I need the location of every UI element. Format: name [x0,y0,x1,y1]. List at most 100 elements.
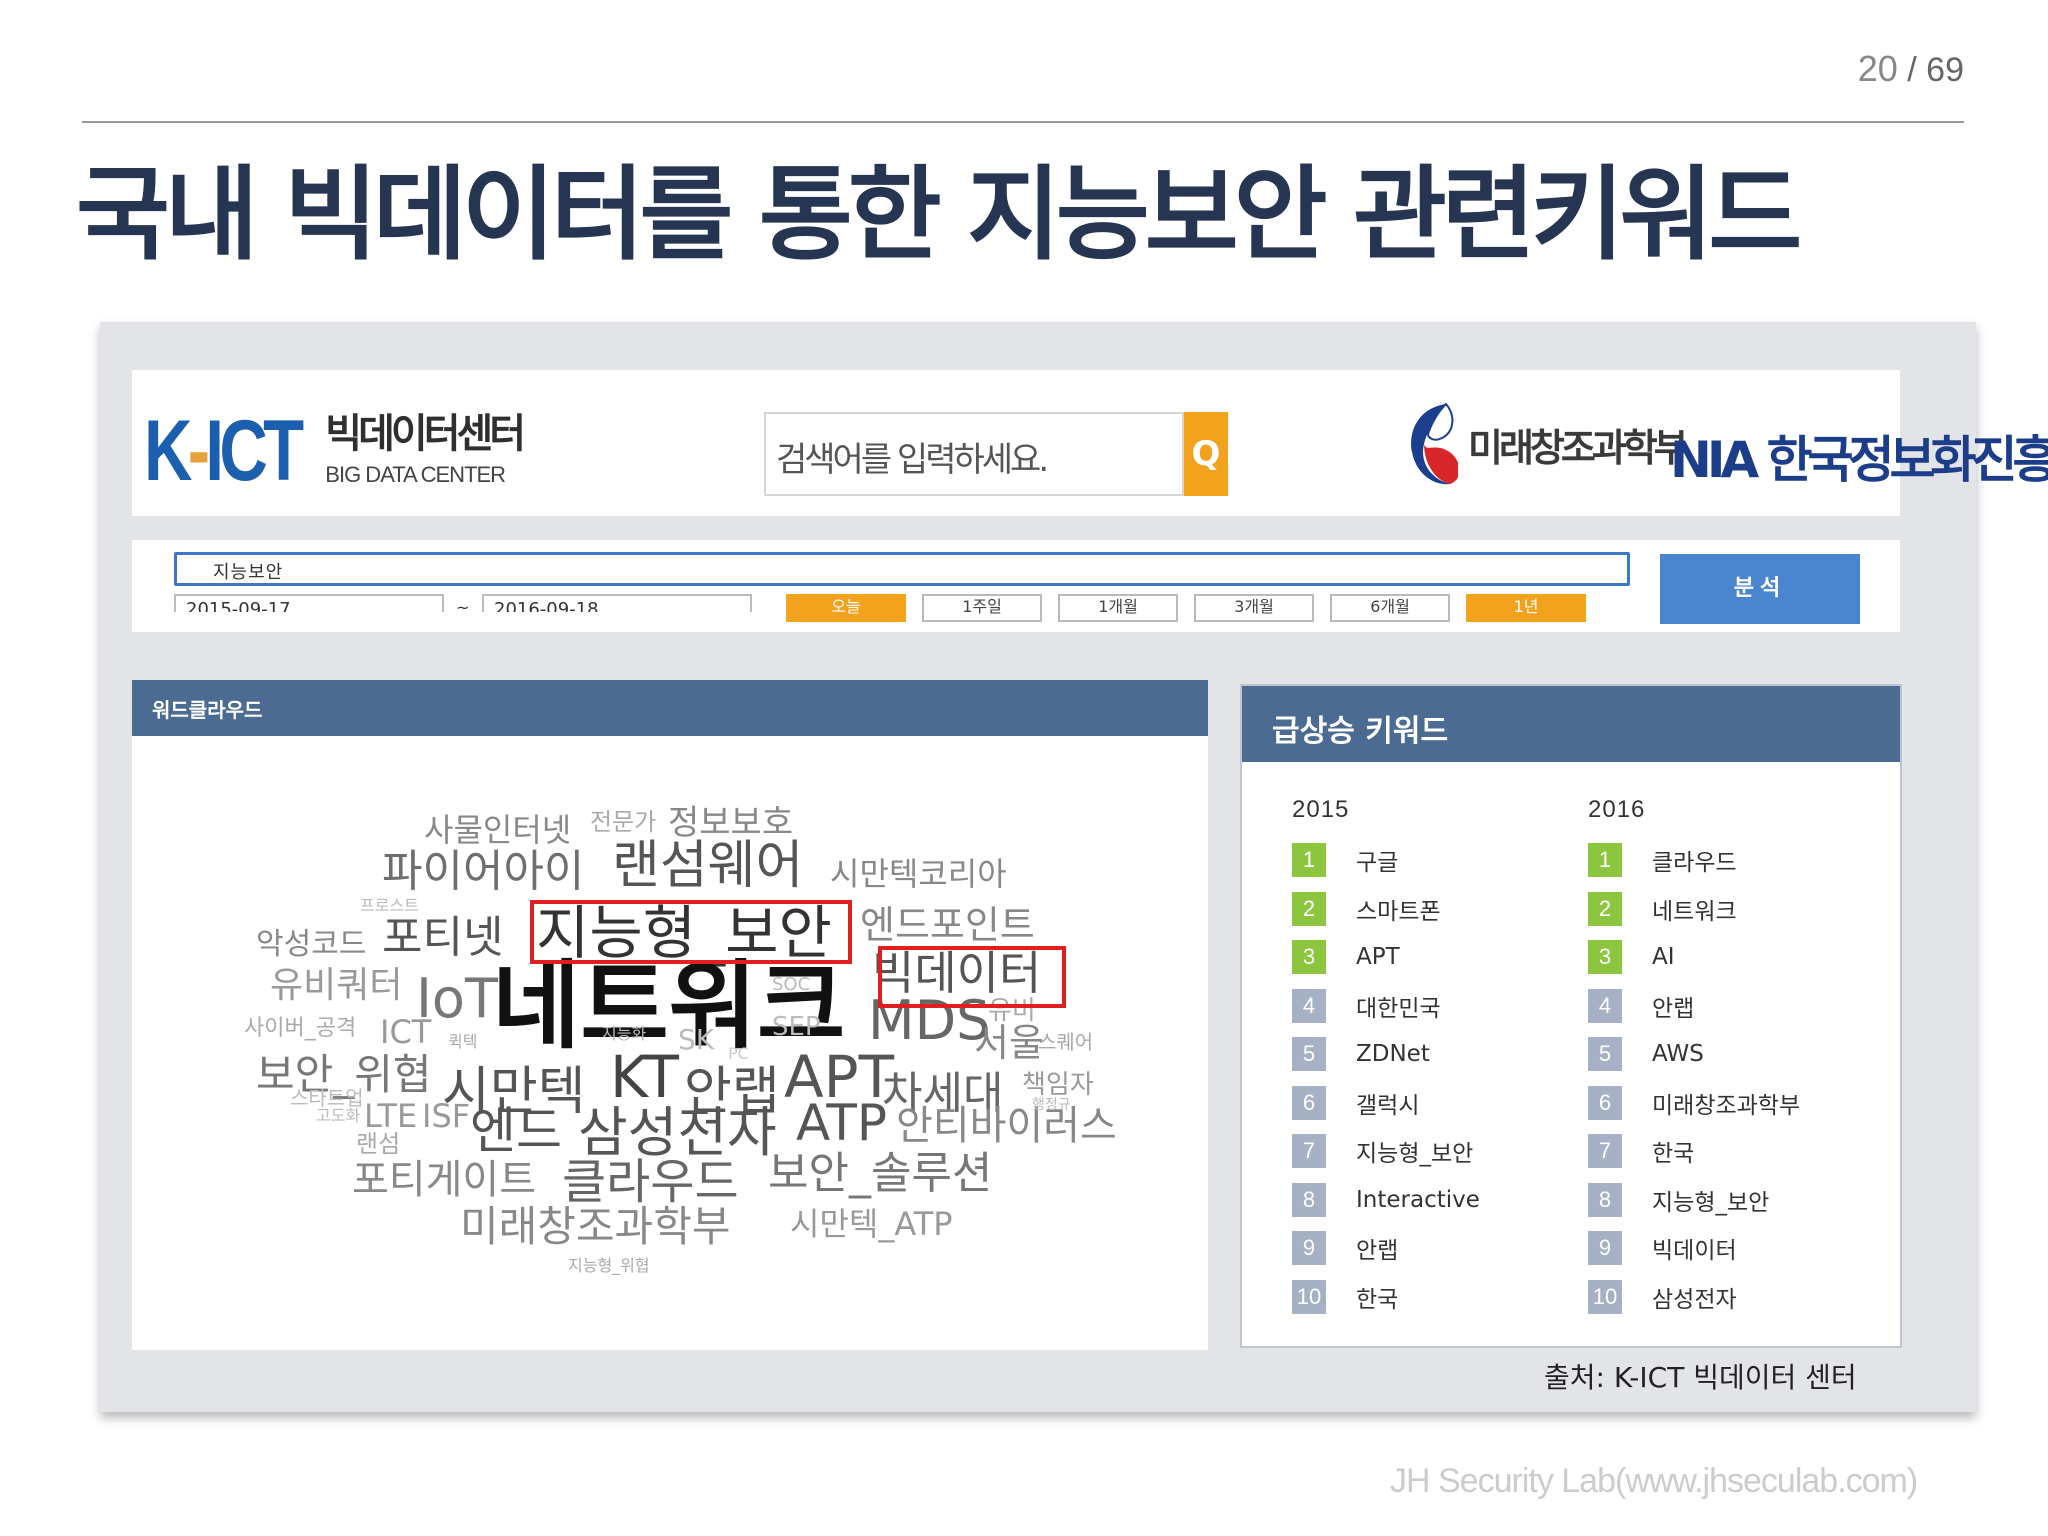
trending-item[interactable]: 8 Interactive [1292,1176,1592,1225]
trending-item[interactable]: 10 삼성전자 [1588,1273,1888,1322]
cloud-word: 보안_솔루션 [768,1148,993,1199]
kict-logo-mark: K-ICT [144,403,304,499]
top-divider [82,121,1964,123]
kict-logo-eng: BIG DATA CENTER [325,462,506,487]
date-from-input[interactable]: 2015-09-17 [174,594,444,612]
cloud-word: ISF [422,1097,471,1135]
trending-keyword: 갤럭시 [1356,1092,1420,1119]
trending-item[interactable]: 9 안랩 [1292,1224,1592,1273]
nia-logo[interactable]: NIA 한국정보화진흥원 [1670,420,2048,492]
trending-item[interactable]: 2 스마트폰 [1292,885,1592,934]
date-to-input[interactable]: 2016-09-18 [482,594,752,612]
trending-item[interactable]: 5 ZDNet [1292,1030,1592,1079]
cloud-word: 악성코드 [256,927,367,962]
trending-item[interactable]: 6 갤럭시 [1292,1079,1592,1128]
cloud-word: LTE [364,1097,418,1135]
rank-badge: 2 [1588,891,1622,926]
screenshot-panel: K-ICT 빅데이터센터 BIG DATA CENTER 검색어를 입력하세요.… [100,322,2048,1412]
trending-item[interactable]: 8 지능형_보안 [1588,1176,1888,1225]
footer-credit: JH Security Lab(www.jhseculab.com) [1390,1462,1918,1500]
rank-badge: 9 [1588,1231,1622,1266]
wordcloud-panel: 워드클라우드 사물인터넷 전문가 정보보호 파이어아이 랜섬웨어 시만텍코리아 … [132,680,1208,1350]
trending-item[interactable]: 2 네트워크 [1588,885,1888,934]
rank-badge: 2 [1292,891,1326,926]
wordcloud-title: 워드클라우드 [132,680,1208,736]
cloud-word: 삼성전자 [578,1101,777,1164]
trending-keyword: 한국 [1652,1141,1695,1168]
cloud-word: 엔드포인트 [860,903,1035,947]
ministry-logo[interactable]: 미래창조과학부 [1406,398,1689,490]
trending-keyword: 빅데이터 [1652,1238,1737,1265]
rank-badge: 7 [1292,1134,1326,1169]
kict-logo[interactable]: K-ICT 빅데이터센터 BIG DATA CENTER [144,403,526,499]
trending-item[interactable]: 6 미래창조과학부 [1588,1079,1888,1128]
page-number: 20 / 69 [1858,48,1964,90]
filter-bar: 지능보안 2015-09-17 ~ 2016-09-18 오늘 1주일 1개월 … [132,540,1900,632]
cloud-word: 시만텍코리아 [830,855,1007,893]
cloud-word: PC [728,1044,749,1063]
cloud-word: 랜섬 [356,1130,401,1158]
rank-badge: 4 [1588,988,1622,1023]
trending-item[interactable]: 3 AI [1588,933,1888,982]
page-total: 69 [1926,51,1964,89]
trending-keyword: AWS [1652,1041,1704,1068]
period-1month-button[interactable]: 1개월 [1058,594,1178,622]
trending-item[interactable]: 1 클라우드 [1588,836,1888,885]
page-current: 20 [1857,48,1898,89]
trending-keyword: 한국 [1356,1286,1399,1313]
trending-keyword: 미래창조과학부 [1652,1092,1801,1119]
rank-badge: 7 [1588,1134,1622,1169]
trending-item[interactable]: 9 빅데이터 [1588,1224,1888,1273]
trending-keyword: Interactive [1356,1186,1480,1213]
cloud-word: 스퀘어 [1038,1030,1094,1054]
highlight-box-intelligent-security [530,900,852,964]
cloud-word: 엔드 [470,1102,562,1160]
period-6month-button[interactable]: 6개월 [1330,594,1450,622]
trending-keyword: APT [1356,944,1400,971]
rank-badge: 3 [1588,940,1622,975]
trending-item[interactable]: 7 한국 [1588,1127,1888,1176]
cloud-word: KT [610,1043,679,1111]
rank-badge: 5 [1292,1037,1326,1072]
trending-keyword: 스마트폰 [1356,898,1441,925]
cloud-word: 서울 [974,1021,1044,1065]
trending-column-2015: 2015 1 구글 2 스마트폰 3 APT 4 대한민국 5 ZDNet 6 갤럭시 7 지… [1292,796,1592,1321]
cloud-word: 사이버_공격 [244,1016,357,1041]
period-1week-button[interactable]: 1주일 [922,594,1042,622]
wordcloud-canvas: 사물인터넷 전문가 정보보호 파이어아이 랜섬웨어 시만텍코리아 프로스트 악성… [132,736,1208,1350]
period-today-button[interactable]: 오늘 [786,594,906,622]
rank-badge: 4 [1292,988,1326,1023]
rank-badge: 10 [1292,1279,1326,1314]
trending-item[interactable]: 1 구글 [1292,836,1592,885]
search-icon: Q [1191,434,1221,474]
trending-item[interactable]: 7 지능형_보안 [1292,1127,1592,1176]
trending-item[interactable]: 3 APT [1292,933,1592,982]
ministry-emblem-icon [1411,402,1458,485]
cloud-word: 고도화 [316,1106,361,1125]
trending-keyword: 안랩 [1652,995,1695,1022]
analyze-button[interactable]: 분석 [1660,554,1860,624]
trending-keyword: 삼성전자 [1652,1286,1737,1313]
ministry-name: 미래창조과학부 [1468,425,1689,470]
keyword-input[interactable]: 지능보안 [174,552,1630,586]
period-3month-button[interactable]: 3개월 [1194,594,1314,622]
rank-badge: 10 [1588,1279,1622,1314]
trending-item[interactable]: 4 안랩 [1588,982,1888,1031]
trending-item[interactable]: 5 AWS [1588,1030,1888,1079]
trending-item[interactable]: 4 대한민국 [1292,982,1592,1031]
cloud-word: 책임자 [1022,1070,1094,1100]
trending-keyword: 지능형_보안 [1356,1141,1474,1168]
rank-badge: 3 [1292,940,1326,975]
cloud-word: 행정규 [1032,1097,1071,1113]
cloud-word: 전문가 [590,808,657,836]
rank-badge: 8 [1292,1182,1326,1217]
trending-keyword: 안랩 [1356,1238,1399,1265]
search-button[interactable]: Q [1184,412,1228,496]
trending-item[interactable]: 10 한국 [1292,1273,1592,1322]
period-1year-button[interactable]: 1년 [1466,594,1586,622]
trending-title: 급상승 키워드 [1242,686,1900,762]
cloud-word: 파이어아이 [382,846,585,897]
rank-badge: 8 [1588,1182,1622,1217]
search-input[interactable]: 검색어를 입력하세요. [764,412,1184,496]
trending-keywords-panel: 급상승 키워드 2015 1 구글 2 스마트폰 3 APT 4 대한민국 5 ZDNet… [1240,684,1902,1348]
